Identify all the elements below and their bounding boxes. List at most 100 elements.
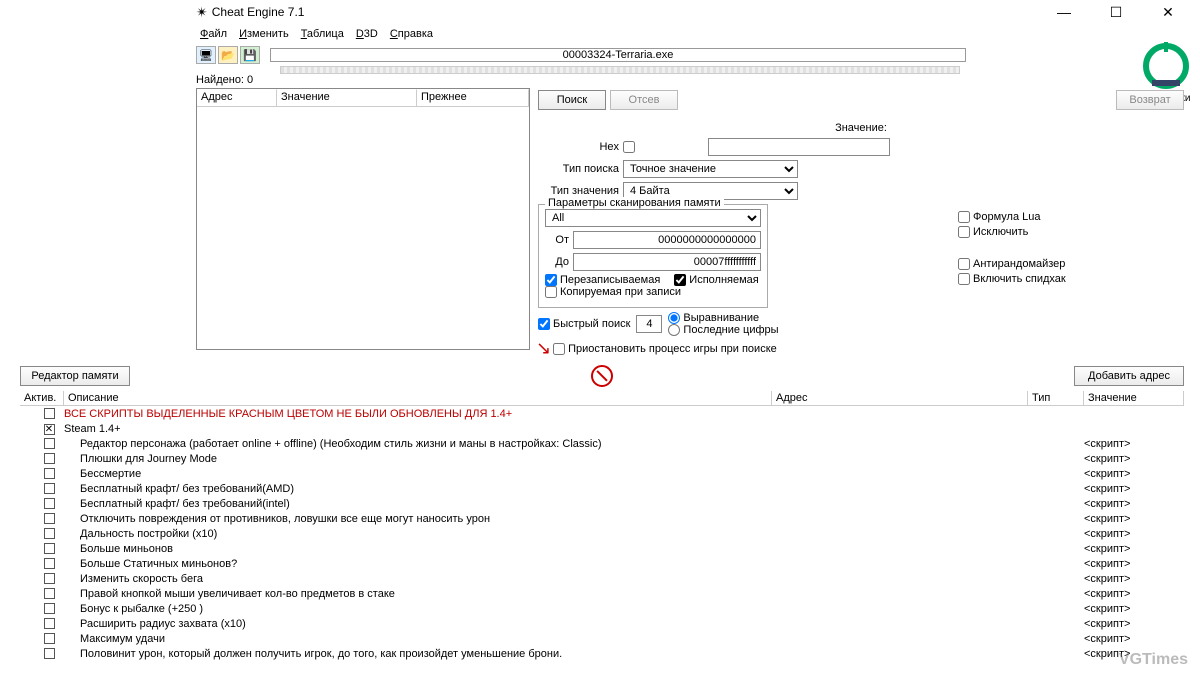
table-row[interactable]: Максимум удачи <скрипт>: [20, 631, 1184, 646]
maximize-button[interactable]: ☐: [1096, 1, 1136, 23]
menu-help[interactable]: Справка: [386, 28, 437, 40]
row-active-checkbox[interactable]: [44, 633, 55, 644]
row-description[interactable]: Бонус к рыбалке (+250 ): [64, 603, 772, 615]
speedhack-checkbox[interactable]: Включить спидхак: [958, 273, 1066, 285]
select-process-icon[interactable]: 🖥: [196, 46, 216, 64]
row-value[interactable]: <скрипт>: [1084, 588, 1184, 600]
table-row[interactable]: Непобедимые NPC: городские NPC получают …: [20, 661, 1184, 662]
table-row[interactable]: Правой кнопкой мыши увеличивает кол-во п…: [20, 586, 1184, 601]
from-input[interactable]: [573, 231, 761, 249]
stop-icon[interactable]: [591, 365, 613, 387]
pause-checkbox[interactable]: Приостановить процесс игры при поиске: [553, 343, 777, 355]
row-description[interactable]: Изменить скорость бега: [64, 573, 772, 585]
row-description[interactable]: Половинит урон, который должен получить …: [64, 648, 772, 660]
row-active-checkbox[interactable]: [44, 438, 55, 449]
alignment-radio[interactable]: Выравнивание: [668, 312, 778, 324]
writable-checkbox[interactable]: Перезаписываемая: [545, 274, 660, 286]
row-value[interactable]: <скрипт>: [1084, 558, 1184, 570]
table-row[interactable]: Дальность постройки (x10) <скрипт>: [20, 526, 1184, 541]
table-row[interactable]: Больше Статичных миньонов? <скрипт>: [20, 556, 1184, 571]
th-desc[interactable]: Описание: [64, 391, 772, 405]
process-name-field[interactable]: 00003324-Terraria.exe: [270, 48, 966, 62]
table-row[interactable]: Бессмертие<скрипт>: [20, 466, 1184, 481]
menu-edit[interactable]: Изменить: [235, 28, 293, 40]
arrow-icon[interactable]: ↘: [536, 338, 551, 359]
row-description[interactable]: Больше миньонов: [64, 543, 772, 555]
row-description[interactable]: Плюшки для Journey Mode: [64, 453, 772, 465]
unrandomizer-checkbox[interactable]: Антирандомайзер: [958, 258, 1066, 270]
memory-view-button[interactable]: Редактор памяти: [20, 366, 130, 386]
row-description[interactable]: Редактор персонажа (работает online + of…: [64, 438, 772, 450]
table-row[interactable]: Плюшки для Journey Mode <скрипт>: [20, 451, 1184, 466]
row-active-checkbox[interactable]: [44, 513, 55, 524]
menu-table[interactable]: Таблица: [297, 28, 348, 40]
scan-results-list[interactable]: Адрес Значение Прежнее: [196, 88, 530, 350]
row-active-checkbox[interactable]: [44, 408, 55, 419]
to-input[interactable]: [573, 253, 761, 271]
row-active-checkbox[interactable]: [44, 618, 55, 629]
row-description[interactable]: ВСЕ СКРИПТЫ ВЫДЕЛЕННЫЕ КРАСНЫМ ЦВЕТОМ НЕ…: [64, 408, 772, 420]
row-value[interactable]: <скрипт>: [1084, 498, 1184, 510]
save-icon[interactable]: 💾: [240, 46, 260, 64]
row-description[interactable]: Бесплатный крафт/ без требований(AMD): [64, 483, 772, 495]
scan-value-input[interactable]: [708, 138, 890, 156]
first-scan-button[interactable]: Поиск: [538, 90, 606, 110]
table-row[interactable]: Половинит урон, который должен получить …: [20, 646, 1184, 661]
memory-region-select[interactable]: All: [545, 209, 761, 227]
resulthead-address[interactable]: Адрес: [197, 89, 277, 106]
row-value[interactable]: <скрипт>: [1084, 618, 1184, 630]
cheat-table-body[interactable]: ВСЕ СКРИПТЫ ВЫДЕЛЕННЫЕ КРАСНЫМ ЦВЕТОМ НЕ…: [20, 406, 1184, 662]
th-type[interactable]: Тип: [1028, 391, 1084, 405]
row-active-checkbox[interactable]: [44, 603, 55, 614]
row-active-checkbox[interactable]: [44, 543, 55, 554]
row-active-checkbox[interactable]: [44, 528, 55, 539]
lastdigits-radio[interactable]: Последние цифры: [668, 324, 778, 336]
resulthead-value[interactable]: Значение: [277, 89, 417, 106]
row-description[interactable]: Правой кнопкой мыши увеличивает кол-во п…: [64, 588, 772, 600]
row-active-checkbox[interactable]: [44, 468, 55, 479]
close-button[interactable]: ✕: [1148, 1, 1188, 23]
row-value[interactable]: <скрипт>: [1084, 633, 1184, 645]
table-row[interactable]: Steam 1.4+: [20, 421, 1184, 436]
scantype-select[interactable]: Точное значение: [623, 160, 798, 178]
row-active-checkbox[interactable]: [44, 483, 55, 494]
row-description[interactable]: Бесплатный крафт/ без требований(intel): [64, 498, 772, 510]
row-description[interactable]: Расширить радиус захвата (x10): [64, 618, 772, 630]
minimize-button[interactable]: ―: [1044, 1, 1084, 23]
table-row[interactable]: Больше миньонов<скрипт>: [20, 541, 1184, 556]
row-description[interactable]: Максимум удачи: [64, 633, 772, 645]
row-value[interactable]: <скрипт>: [1084, 573, 1184, 585]
row-value[interactable]: <скрипт>: [1084, 528, 1184, 540]
table-row[interactable]: Отключить повреждения от противников, ло…: [20, 511, 1184, 526]
row-description[interactable]: Отключить повреждения от противников, ло…: [64, 513, 772, 525]
row-active-checkbox[interactable]: [44, 648, 55, 659]
row-active-checkbox[interactable]: [44, 573, 55, 584]
table-row[interactable]: Бесплатный крафт/ без требований(intel) <…: [20, 496, 1184, 511]
table-row[interactable]: ВСЕ СКРИПТЫ ВЫДЕЛЕННЫЕ КРАСНЫМ ЦВЕТОМ НЕ…: [20, 406, 1184, 421]
row-active-checkbox[interactable]: [44, 498, 55, 509]
table-row[interactable]: Бесплатный крафт/ без требований(AMD) <ск…: [20, 481, 1184, 496]
row-value[interactable]: <скрипт>: [1084, 513, 1184, 525]
table-row[interactable]: Изменить скорость бега <скрипт>: [20, 571, 1184, 586]
th-addr[interactable]: Адрес: [772, 391, 1028, 405]
exclude-checkbox[interactable]: Исключить: [958, 226, 1066, 238]
row-value[interactable]: <скрипт>: [1084, 483, 1184, 495]
row-value[interactable]: <скрипт>: [1084, 603, 1184, 615]
th-active[interactable]: Актив.: [20, 391, 64, 405]
resulthead-previous[interactable]: Прежнее: [417, 89, 529, 106]
table-row[interactable]: Бонус к рыбалке (+250 ) <скрипт>: [20, 601, 1184, 616]
fastscan-value-input[interactable]: [636, 315, 662, 333]
row-description[interactable]: Бессмертие: [64, 468, 772, 480]
row-description[interactable]: Больше Статичных миньонов?: [64, 558, 772, 570]
row-value[interactable]: <скрипт>: [1084, 453, 1184, 465]
row-active-checkbox[interactable]: [44, 588, 55, 599]
row-description[interactable]: Дальность постройки (x10): [64, 528, 772, 540]
row-active-checkbox[interactable]: [44, 558, 55, 569]
open-icon[interactable]: 📂: [218, 46, 238, 64]
menu-file[interactable]: Файл: [196, 28, 231, 40]
hex-checkbox[interactable]: [623, 141, 708, 153]
fastscan-checkbox[interactable]: Быстрый поиск: [538, 318, 630, 330]
add-address-button[interactable]: Добавить адрес: [1074, 366, 1184, 386]
th-value[interactable]: Значение: [1084, 391, 1184, 405]
row-value[interactable]: <скрипт>: [1084, 438, 1184, 450]
